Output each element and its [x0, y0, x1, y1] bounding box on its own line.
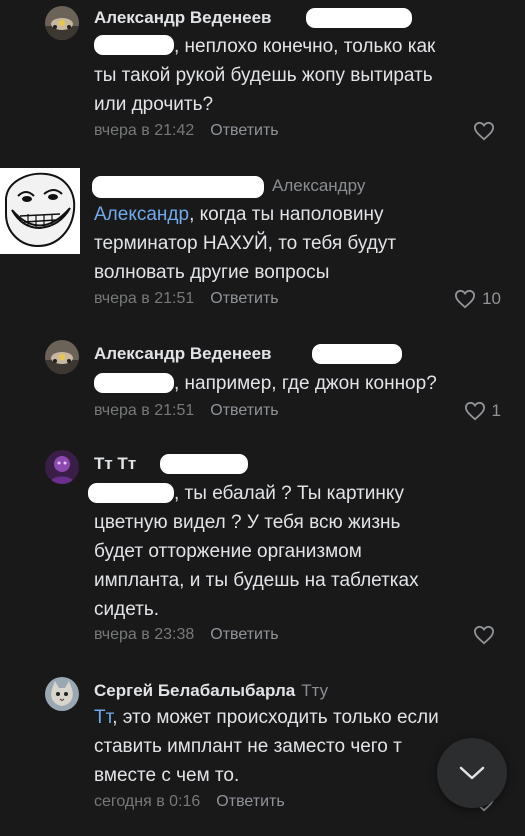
reply-to-label[interactable]: Тту — [301, 681, 328, 700]
comment-text: , ты ебалай ? Ты картинку цветную видел … — [94, 479, 514, 624]
comment-time: вчера в 21:51 — [94, 402, 195, 419]
comment-text: , неплохо конечно, только как ты такой р… — [94, 32, 514, 119]
reply-button[interactable]: Ответить — [210, 122, 278, 139]
author-name[interactable]: Тт Тт — [94, 454, 136, 473]
like-count: 1 — [491, 401, 501, 420]
comment-time: вчера в 23:38 — [94, 626, 195, 643]
reply-button[interactable]: Ответить — [210, 626, 278, 643]
comment: Александру Александр, когда ты наполовин… — [0, 160, 525, 330]
comment-author[interactable]: Сергей Белабалыбарла Тту — [94, 681, 328, 701]
comment-meta: вчера в 23:38 Ответить — [94, 626, 279, 644]
comment-line: будет отторжение организмом — [94, 541, 362, 562]
comment: Александр Веденеев , неплохо конечно, то… — [0, 0, 525, 160]
trollface-avatar[interactable] — [0, 168, 80, 254]
comment-line: , ты ебалай ? Ты картинку — [174, 483, 404, 504]
author-name[interactable]: Александр Веденеев — [94, 344, 271, 363]
redacted-mark — [160, 454, 248, 474]
redacted-mark — [312, 344, 402, 364]
redacted-mark — [92, 176, 264, 198]
heart-icon — [473, 121, 495, 141]
comment-meta: вчера в 21:51 Ответить — [94, 290, 279, 308]
comment-line: , например, где джон коннор? — [174, 373, 437, 394]
comment-line: , неплохо конечно, только как — [174, 36, 436, 57]
heart-icon — [464, 401, 485, 421]
comment-author[interactable]: Александр Веденеев — [94, 344, 271, 364]
cat-photo-avatar[interactable] — [45, 677, 79, 711]
comment-line: импланта, и ты будешь на таблетках — [94, 570, 419, 591]
redacted-mark — [306, 8, 412, 28]
comment-line: терминатор НАХУЙ, то тебя будут — [94, 233, 397, 254]
reply-to-label[interactable]: Александру — [272, 176, 365, 195]
comment-text: Александр, когда ты наполовину терминато… — [94, 200, 514, 287]
comment-meta: сегодня в 0:16 Ответить — [94, 793, 285, 811]
comment: Тт Тт , ты ебалай ? Ты картинку цветную … — [0, 440, 525, 665]
like-button[interactable] — [473, 121, 501, 141]
comment-meta: вчера в 21:51 Ответить — [94, 402, 279, 420]
reply-button[interactable]: Ответить — [210, 290, 278, 307]
comment-line: волновать другие вопросы — [94, 262, 330, 283]
author-name[interactable]: Александр Веденеев — [94, 8, 271, 27]
reply-button[interactable]: Ответить — [216, 793, 284, 810]
reply-button[interactable]: Ответить — [210, 402, 278, 419]
comment-line: или дрочить? — [94, 94, 214, 115]
comment: Александр Веденеев , например, где джон … — [0, 330, 525, 440]
mention-link[interactable]: Александр — [94, 204, 189, 225]
comment-author[interactable]: Тт Тт — [94, 454, 136, 474]
comment-time: вчера в 21:42 — [94, 122, 195, 139]
car-photo-avatar[interactable] — [45, 340, 79, 374]
purple-photo-avatar[interactable] — [45, 450, 79, 484]
comment-line: цветную видел ? У тебя всю жизнь — [94, 512, 401, 533]
comment-line: Александр, когда ты наполовину — [94, 204, 384, 225]
comment-meta: вчера в 21:42 Ответить — [94, 122, 279, 140]
comment-time: вчера в 21:51 — [94, 290, 195, 307]
chevron-down-icon — [459, 766, 485, 780]
comment-line: ты такой рукой будешь жопу вытирать — [94, 65, 433, 86]
like-button[interactable]: 10 — [454, 289, 501, 309]
comment-author[interactable]: Александру — [272, 176, 365, 196]
comment-line: сидеть. — [94, 599, 160, 620]
heart-icon — [473, 625, 495, 645]
like-button[interactable]: 1 — [464, 401, 501, 421]
comment-author[interactable]: Александр Веденеев — [94, 8, 271, 28]
like-count: 10 — [482, 289, 501, 308]
comment-line: Тт, это может происходить только если — [94, 707, 439, 728]
comment-text: , например, где джон коннор? — [94, 369, 514, 398]
car-photo-avatar[interactable] — [45, 6, 79, 40]
heart-icon — [455, 289, 476, 309]
mention-link[interactable]: Тт — [94, 707, 112, 728]
scroll-down-button[interactable] — [437, 738, 507, 808]
like-button[interactable] — [473, 625, 501, 645]
author-name[interactable]: Сергей Белабалыбарла — [94, 681, 295, 700]
comment-time: сегодня в 0:16 — [94, 793, 201, 810]
